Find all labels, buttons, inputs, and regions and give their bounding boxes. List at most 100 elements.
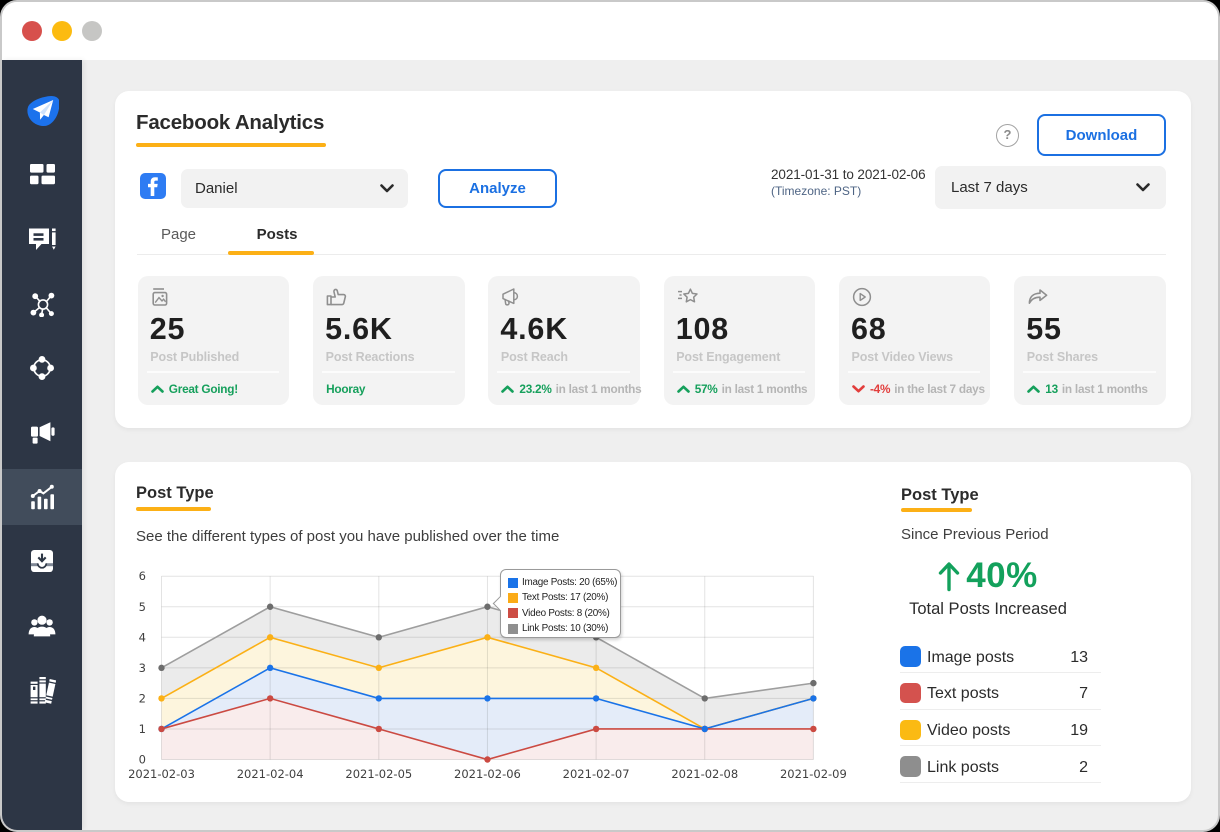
stat-card-post-engagement: 108 Post Engagement 57%in last 1 months	[664, 276, 816, 405]
svg-text:2021-02-06: 2021-02-06	[454, 767, 521, 781]
stat-label: Post Reactions	[326, 350, 415, 364]
trend-note: in last 1 months	[556, 382, 642, 396]
trend-value: 23.2%	[519, 382, 551, 396]
tooltip-row: Video Posts: 8 (20%)	[508, 606, 614, 621]
summary-caption: Total Posts Increased	[900, 600, 1076, 619]
analyze-button[interactable]: Analyze	[438, 169, 557, 208]
download-button[interactable]: Download	[1037, 114, 1166, 156]
svg-text:0: 0	[138, 753, 145, 767]
stat-label: Post Shares	[1027, 350, 1098, 364]
stat-divider	[322, 371, 455, 373]
svg-text:2021-02-09: 2021-02-09	[779, 767, 846, 781]
stat-value: 25	[150, 312, 186, 347]
stat-trend: Great Going!	[151, 382, 288, 396]
svg-text:2021-02-03: 2021-02-03	[128, 767, 195, 781]
legend-row: Link posts 2	[900, 746, 1101, 783]
page-title: Facebook Analytics	[136, 111, 324, 135]
legend-label: Text posts	[927, 685, 999, 703]
sidebar-item-logo[interactable]	[2, 82, 82, 138]
sidebar-item-dashboard[interactable]	[2, 146, 82, 202]
stat-divider	[848, 371, 981, 373]
legend-label: Link posts	[927, 759, 999, 777]
star-engagement-icon	[677, 287, 697, 307]
play-circle-icon	[852, 287, 872, 307]
legend-row: Image posts 13	[900, 636, 1101, 673]
stat-card-post-published: 25 Post Published Great Going!	[138, 276, 290, 405]
stat-trend: 23.2%in last 1 months	[501, 382, 638, 396]
summary-panel: Post Type Since Previous Period 40% Tota…	[900, 462, 1101, 802]
sidebar-item-team[interactable]	[2, 598, 82, 654]
trend-note: in the last 7 days	[894, 382, 985, 396]
trend-note: in last 1 months	[1062, 382, 1148, 396]
svg-text:2: 2	[138, 691, 145, 705]
sidebar-item-connect[interactable]	[2, 275, 82, 331]
stat-trend: 57%in last 1 months	[677, 382, 814, 396]
stat-value: 5.6K	[325, 312, 393, 347]
sidebar-item-inbox[interactable]	[2, 533, 82, 589]
posts-icon	[28, 227, 56, 251]
legend-label: Video posts	[927, 722, 1010, 740]
chart-title-underline	[136, 507, 211, 511]
help-icon[interactable]: ?	[996, 124, 1019, 147]
analytics-icon	[29, 484, 56, 510]
svg-text:5: 5	[138, 600, 145, 614]
dashboard-icon	[29, 162, 56, 186]
account-select-value: Daniel	[195, 180, 238, 197]
trend-up-icon	[501, 385, 514, 393]
stats-row: 25 Post Published Great Going! 5.6K Post…	[138, 276, 1166, 405]
summary-title: Post Type	[901, 486, 979, 505]
trend-up-icon	[677, 385, 690, 393]
team-icon	[28, 614, 56, 638]
tooltip-label: Text Posts: 17 (20%)	[522, 592, 608, 603]
stat-divider	[147, 371, 280, 373]
post-type-area-chart[interactable]: 01234562021-02-032021-02-042021-02-05202…	[121, 562, 861, 794]
chart-section-title: Post Type	[136, 484, 214, 503]
sidebar-item-library[interactable]	[2, 662, 82, 718]
stat-trend: Hooray	[326, 382, 463, 396]
thumbs-up-icon	[326, 287, 346, 307]
promote-icon	[30, 420, 55, 444]
close-window-button[interactable]	[22, 21, 42, 41]
trend-note: in last 1 months	[722, 382, 808, 396]
timezone-text: (Timezone: PST)	[771, 184, 941, 198]
legend-value: 13	[1070, 649, 1088, 667]
date-range-text: 2021-01-31 to 2021-02-06	[771, 167, 941, 182]
library-icon	[29, 676, 56, 704]
stat-label: Post Video Views	[851, 350, 952, 364]
tab-page[interactable]: Page	[141, 226, 216, 257]
up-arrow-icon	[938, 560, 960, 592]
stat-divider	[497, 371, 630, 373]
minimize-window-button[interactable]	[52, 21, 72, 41]
post-type-card: Post Type See the different types of pos…	[115, 462, 1191, 802]
app-window: Facebook Analytics ? Download Daniel Ana…	[0, 0, 1220, 832]
legend-value: 19	[1070, 722, 1088, 740]
zoom-window-button[interactable]	[82, 21, 102, 41]
stat-divider	[1023, 371, 1156, 373]
active-tab-underline	[228, 251, 314, 255]
account-select[interactable]: Daniel	[181, 169, 408, 208]
sidebar-item-posts[interactable]	[2, 211, 82, 267]
legend-swatch	[900, 756, 921, 777]
stat-trend: 13in last 1 months	[1027, 382, 1164, 396]
stat-card-post-shares: 55 Post Shares 13in last 1 months	[1014, 276, 1166, 405]
legend-swatch	[508, 578, 518, 588]
stat-label: Post Published	[150, 350, 239, 364]
summary-legend: Image posts 13 Text posts 7 Video posts …	[900, 636, 1101, 783]
legend-swatch	[900, 646, 921, 667]
stat-trend: -4%in the last 7 days	[852, 382, 989, 396]
legend-swatch	[900, 720, 921, 741]
tooltip-row: Text Posts: 17 (20%)	[508, 590, 614, 605]
sidebar-item-promote[interactable]	[2, 404, 82, 460]
stat-card-post-video-views: 68 Post Video Views -4%in the last 7 day…	[839, 276, 991, 405]
trend-value: Hooray	[326, 382, 365, 396]
trend-value: Great Going!	[169, 382, 238, 396]
title-underline	[136, 143, 326, 148]
trend-up-icon	[1027, 385, 1040, 393]
sidebar-item-groups[interactable]	[2, 340, 82, 396]
period-select[interactable]: Last 7 days	[935, 166, 1166, 209]
sidebar	[2, 60, 82, 830]
sidebar-item-analytics[interactable]	[2, 469, 82, 525]
trend-down-icon	[852, 385, 865, 393]
svg-text:6: 6	[138, 569, 145, 583]
stat-card-post-reach: 4.6K Post Reach 23.2%in last 1 months	[488, 276, 640, 405]
